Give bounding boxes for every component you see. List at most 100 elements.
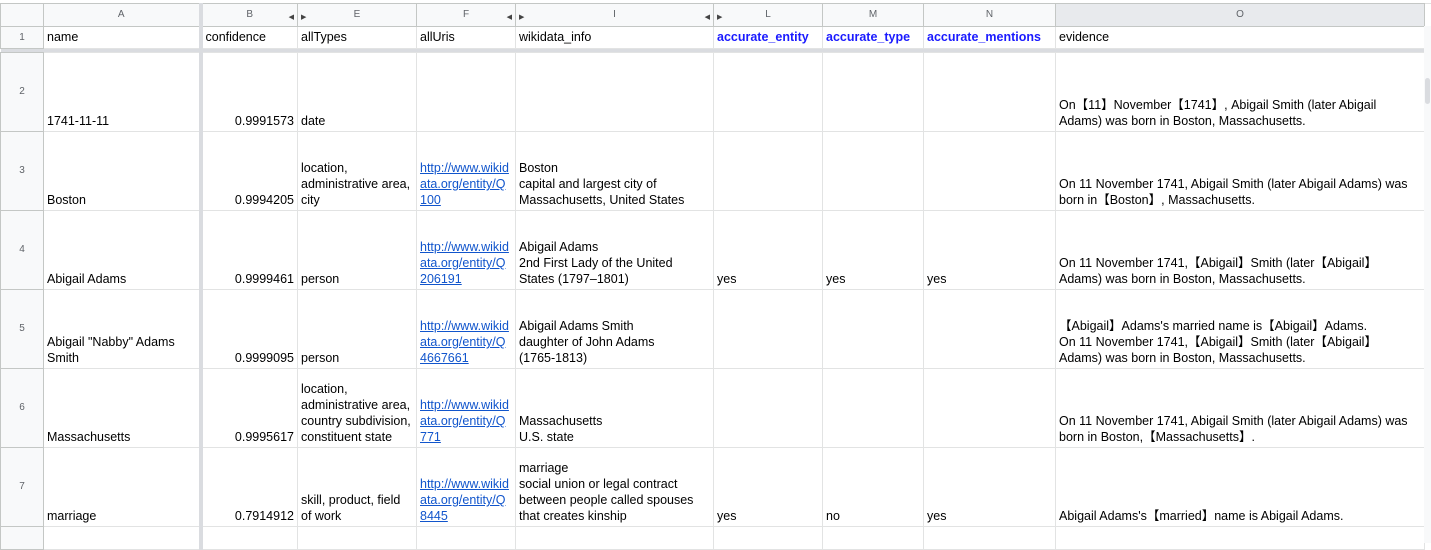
cell-allTypes[interactable]: person xyxy=(297,289,417,369)
cell-confidence[interactable]: 0.9999461 xyxy=(200,210,298,290)
column-header-O[interactable]: O xyxy=(1055,3,1425,27)
cell-allTypes[interactable]: date xyxy=(297,52,417,132)
cell-accurate-type[interactable]: yes xyxy=(822,210,924,290)
cell-allUris[interactable]: http://www.wikidata.org/entity/Q8445 xyxy=(416,447,516,527)
cell-name[interactable]: marriage xyxy=(43,447,203,527)
row-header[interactable]: 1 xyxy=(0,26,44,49)
cell-accurate-entity[interactable] xyxy=(713,289,823,369)
cell-evidence[interactable]: On 11 November 1741, Abigail Smith (late… xyxy=(1055,368,1425,448)
wikidata-link[interactable]: http://www.wikidata.org/entity/Q4667661 xyxy=(420,319,509,365)
empty-cell[interactable] xyxy=(43,526,203,550)
row-header[interactable]: 6 xyxy=(0,368,44,448)
cell-allUris[interactable]: http://www.wikidata.org/entity/Q100 xyxy=(416,131,516,211)
cell-allTypes[interactable]: skill, product, field of work xyxy=(297,447,417,527)
hidden-columns-right-arrow-icon[interactable]: ▶ xyxy=(519,10,524,26)
cell-allUris[interactable]: http://www.wikidata.org/entity/Q206191 xyxy=(416,210,516,290)
header-cell-accurate-mentions[interactable]: accurate_mentions xyxy=(923,26,1056,49)
column-header-M[interactable]: M xyxy=(822,3,924,27)
column-header-B[interactable]: B ◀ xyxy=(200,3,298,27)
column-header-E[interactable]: E ▶ xyxy=(297,3,417,27)
cell-allUris[interactable]: http://www.wikidata.org/entity/Q4667661 xyxy=(416,289,516,369)
header-cell-wikidata-info[interactable]: wikidata_info xyxy=(515,26,714,49)
empty-cell[interactable] xyxy=(515,526,714,550)
row-header[interactable]: 4 xyxy=(0,210,44,290)
cell-evidence[interactable]: On 11 November 1741, Abigail Smith (late… xyxy=(1055,131,1425,211)
empty-cell[interactable] xyxy=(822,526,924,550)
cell-accurate-mentions[interactable]: yes xyxy=(923,447,1056,527)
cell-evidence[interactable]: On【11】November【1741】, Abigail Smith (lat… xyxy=(1055,52,1425,132)
row-header[interactable]: 2 xyxy=(0,52,44,132)
cell-wikidata-info[interactable]: Boston capital and largest city of Massa… xyxy=(515,131,714,211)
cell-accurate-type[interactable] xyxy=(822,52,924,132)
cell-accurate-type[interactable] xyxy=(822,131,924,211)
wikidata-link[interactable]: http://www.wikidata.org/entity/Q206191 xyxy=(420,240,509,286)
cell-accurate-type[interactable] xyxy=(822,289,924,369)
empty-cell[interactable] xyxy=(923,526,1056,550)
cell-wikidata-info[interactable]: Massachusetts U.S. state xyxy=(515,368,714,448)
column-header-I[interactable]: I ◀ ▶ xyxy=(515,3,714,27)
row-header[interactable]: 7 xyxy=(0,447,44,527)
cell-allTypes[interactable]: location, administrative area, country s… xyxy=(297,368,417,448)
scrollbar-thumb[interactable] xyxy=(1425,78,1430,104)
cell-confidence[interactable]: 0.9999095 xyxy=(200,289,298,369)
wikidata-link[interactable]: http://www.wikidata.org/entity/Q771 xyxy=(420,398,509,444)
column-header-F[interactable]: F ◀ xyxy=(416,3,516,27)
cell-name[interactable]: Abigail Adams xyxy=(43,210,203,290)
row-header[interactable]: 5 xyxy=(0,289,44,369)
header-cell-accurate-entity[interactable]: accurate_entity xyxy=(713,26,823,49)
cell-allTypes[interactable]: person xyxy=(297,210,417,290)
header-cell-confidence[interactable]: confidence xyxy=(200,26,298,49)
column-header-L[interactable]: L ▶ xyxy=(713,3,823,27)
cell-accurate-entity[interactable] xyxy=(713,131,823,211)
empty-cell[interactable] xyxy=(416,526,516,550)
cell-allUris[interactable]: http://www.wikidata.org/entity/Q771 xyxy=(416,368,516,448)
empty-cell[interactable] xyxy=(713,526,823,550)
select-all-corner[interactable] xyxy=(0,3,44,27)
cell-accurate-entity[interactable]: yes xyxy=(713,447,823,527)
header-cell-allTypes[interactable]: allTypes xyxy=(297,26,417,49)
wikidata-link[interactable]: http://www.wikidata.org/entity/Q100 xyxy=(420,161,509,207)
cell-wikidata-info[interactable]: Abigail Adams 2nd First Lady of the Unit… xyxy=(515,210,714,290)
cell-accurate-entity[interactable]: yes xyxy=(713,210,823,290)
column-header-A[interactable]: A xyxy=(43,3,203,27)
empty-cell[interactable] xyxy=(200,526,298,550)
cell-allUris[interactable] xyxy=(416,52,516,132)
cell-accurate-mentions[interactable] xyxy=(923,368,1056,448)
cell-wikidata-info[interactable]: Abigail Adams Smith daughter of John Ada… xyxy=(515,289,714,369)
cell-confidence[interactable]: 0.9991573 xyxy=(200,52,298,132)
cell-wikidata-info[interactable]: marriage social union or legal contract … xyxy=(515,447,714,527)
wikidata-link[interactable]: http://www.wikidata.org/entity/Q8445 xyxy=(420,477,509,523)
header-cell-accurate-type[interactable]: accurate_type xyxy=(822,26,924,49)
empty-cell[interactable] xyxy=(297,526,417,550)
cell-accurate-type[interactable]: no xyxy=(822,447,924,527)
header-cell-evidence[interactable]: evidence xyxy=(1055,26,1425,49)
hidden-columns-right-arrow-icon[interactable]: ▶ xyxy=(301,10,306,26)
row-header[interactable] xyxy=(0,526,44,550)
cell-name[interactable]: 1741-11-11 xyxy=(43,52,203,132)
hidden-columns-left-arrow-icon[interactable]: ◀ xyxy=(289,10,294,26)
header-cell-allUris[interactable]: allUris xyxy=(416,26,516,49)
cell-accurate-mentions[interactable] xyxy=(923,289,1056,369)
cell-allTypes[interactable]: location, administrative area, city xyxy=(297,131,417,211)
cell-accurate-mentions[interactable]: yes xyxy=(923,210,1056,290)
cell-accurate-entity[interactable] xyxy=(713,368,823,448)
cell-confidence[interactable]: 0.9994205 xyxy=(200,131,298,211)
cell-evidence[interactable]: 【Abigail】Adams's married name is【Abigail… xyxy=(1055,289,1425,369)
row-header[interactable]: 3 xyxy=(0,131,44,211)
header-cell-name[interactable]: name xyxy=(43,26,203,49)
cell-evidence[interactable]: Abigail Adams's【married】name is Abigail … xyxy=(1055,447,1425,527)
cell-name[interactable]: Abigail "Nabby" Adams Smith xyxy=(43,289,203,369)
cell-accurate-entity[interactable] xyxy=(713,52,823,132)
empty-cell[interactable] xyxy=(1055,526,1425,550)
cell-confidence[interactable]: 0.9995617 xyxy=(200,368,298,448)
cell-accurate-mentions[interactable] xyxy=(923,52,1056,132)
vertical-scrollbar[interactable] xyxy=(1424,26,1431,543)
column-header-N[interactable]: N xyxy=(923,3,1056,27)
hidden-columns-right-arrow-icon[interactable]: ▶ xyxy=(717,10,722,26)
cell-name[interactable]: Boston xyxy=(43,131,203,211)
cell-evidence[interactable]: On 11 November 1741,【Abigail】Smith (late… xyxy=(1055,210,1425,290)
hidden-columns-left-arrow-icon[interactable]: ◀ xyxy=(705,10,710,26)
cell-confidence[interactable]: 0.7914912 xyxy=(200,447,298,527)
cell-name[interactable]: Massachusetts xyxy=(43,368,203,448)
cell-accurate-mentions[interactable] xyxy=(923,131,1056,211)
